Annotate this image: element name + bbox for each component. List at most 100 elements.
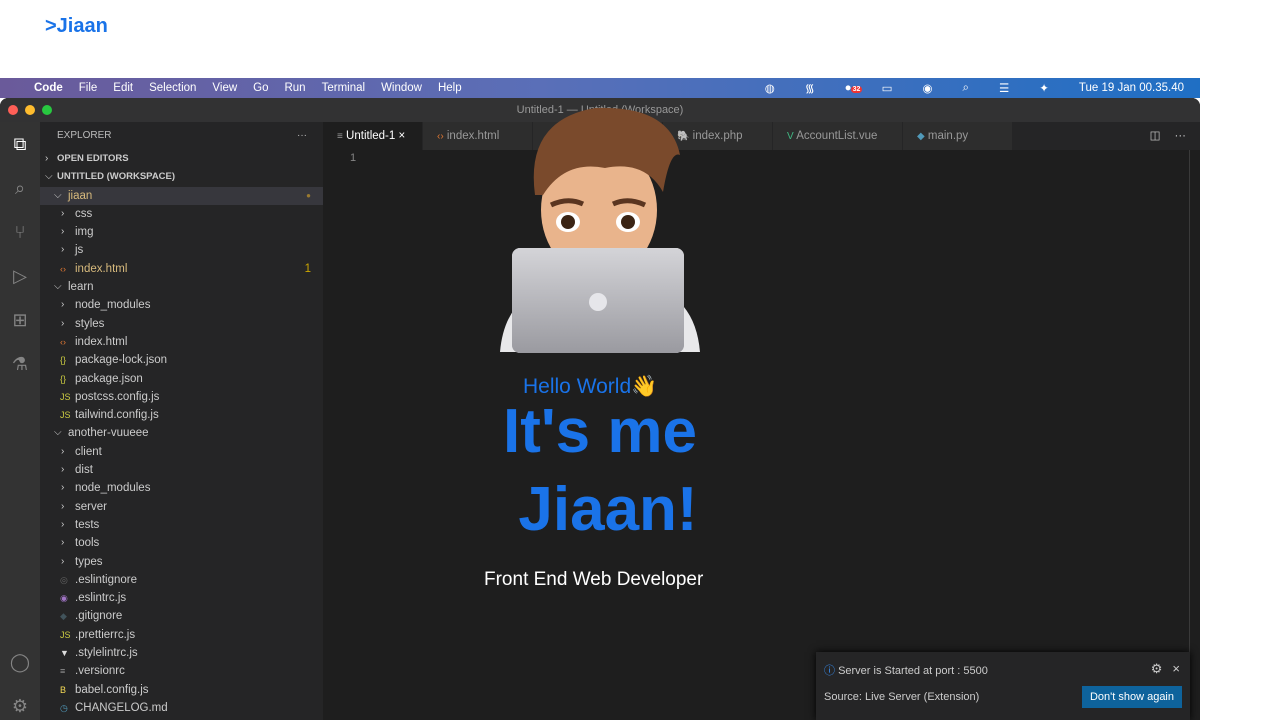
folder-item[interactable]: › client bbox=[40, 443, 323, 461]
control-center-icon[interactable]: ☰ bbox=[999, 81, 1009, 95]
page-margin bbox=[1200, 0, 1280, 720]
folder-item[interactable]: › css bbox=[40, 205, 323, 223]
folder-item[interactable]: ⌵ another-vuueee bbox=[40, 424, 323, 442]
more-actions-icon[interactable]: ··· bbox=[297, 122, 307, 150]
menu-selection[interactable]: Selection bbox=[149, 82, 196, 94]
scrollbar[interactable] bbox=[1189, 150, 1190, 720]
editor-area[interactable]: 1 bbox=[323, 150, 1200, 720]
folder-item[interactable]: › node_modules bbox=[40, 296, 323, 314]
modified-dot: ● bbox=[306, 190, 311, 200]
folder-item[interactable]: › js bbox=[40, 241, 323, 259]
item-label: dist bbox=[75, 464, 93, 477]
close-window-button[interactable] bbox=[8, 105, 18, 115]
menu-go[interactable]: Go bbox=[253, 82, 268, 94]
item-label: node_modules bbox=[75, 299, 151, 312]
folder-item[interactable]: ⌵ jiaan ● bbox=[40, 186, 323, 205]
chevron-right-icon: › bbox=[61, 482, 65, 494]
close-tab-icon[interactable]: × bbox=[398, 130, 405, 142]
item-label: styles bbox=[75, 317, 105, 330]
folder-item[interactable]: › dist bbox=[40, 461, 323, 479]
folder-item[interactable]: › node_modules bbox=[40, 479, 323, 497]
search-icon[interactable]: ⌕ bbox=[963, 82, 969, 95]
file-item[interactable]: ◷ CHANGELOG.md bbox=[40, 699, 323, 717]
explorer-icon[interactable]: ⧉ bbox=[0, 122, 40, 166]
file-item[interactable]: ‹› index.html 1 bbox=[40, 260, 323, 278]
file-item[interactable]: ▼ .stylelintrc.js bbox=[40, 644, 323, 662]
notification-icon[interactable]: ● 32 bbox=[845, 82, 863, 94]
extensions-icon[interactable]: ⊞ bbox=[0, 298, 40, 342]
folder-item[interactable]: › styles bbox=[40, 315, 323, 333]
tab-main-js[interactable]: JS main.js bbox=[533, 122, 663, 150]
source-control-icon[interactable]: ⑂ bbox=[0, 210, 40, 254]
more-actions-icon[interactable]: ··· bbox=[1175, 122, 1187, 150]
clock[interactable]: Tue 19 Jan 00.35.40 bbox=[1079, 82, 1184, 94]
section-header[interactable]: › OPEN EDITORS bbox=[40, 150, 323, 168]
notification-toast: ⓘ Server is Started at port : 5500 ⚙ × So… bbox=[816, 652, 1190, 720]
file-item[interactable]: ◆ .gitignore bbox=[40, 607, 323, 625]
section-header[interactable]: ⌵ UNTITLED (WORKSPACE) bbox=[40, 168, 323, 186]
folder-item[interactable]: › tests bbox=[40, 516, 323, 534]
folder-item[interactable]: › server bbox=[40, 498, 323, 516]
tab-index-html[interactable]: ‹› index.html bbox=[423, 122, 533, 150]
chevron-right-icon: › bbox=[61, 317, 65, 329]
menu-edit[interactable]: Edit bbox=[113, 82, 133, 94]
user-icon[interactable]: ◉ bbox=[922, 81, 932, 95]
file-item[interactable]: JS tailwind.config.js bbox=[40, 406, 323, 424]
item-label: postcss.config.js bbox=[75, 390, 160, 403]
menu-help[interactable]: Help bbox=[438, 82, 462, 94]
run-debug-icon[interactable]: ▷ bbox=[0, 254, 40, 298]
item-label: tailwind.config.js bbox=[75, 409, 159, 422]
dont-show-again-button[interactable]: Don't show again bbox=[1081, 686, 1182, 708]
item-label: jiaan bbox=[68, 189, 93, 202]
file-item[interactable]: ‹› index.html bbox=[40, 333, 323, 351]
notification-settings-icon[interactable]: ⚙ bbox=[1151, 661, 1163, 677]
item-label: types bbox=[75, 555, 103, 568]
brand-logo[interactable]: >Jiaan bbox=[45, 15, 108, 38]
account-icon[interactable]: ◯ bbox=[0, 640, 40, 684]
file-item[interactable]: JS postcss.config.js bbox=[40, 388, 323, 406]
wifi-icon[interactable]: ᯾ bbox=[805, 81, 815, 96]
file-item[interactable]: {} package-lock.json bbox=[40, 351, 323, 369]
folder-item[interactable]: › img bbox=[40, 223, 323, 241]
menu-view[interactable]: View bbox=[212, 82, 237, 94]
folder-item[interactable]: ⌵ learn bbox=[40, 278, 323, 296]
item-label: .stylelintrc.js bbox=[75, 647, 138, 660]
file-item[interactable]: Bbabel.config.js bbox=[40, 681, 323, 699]
menu-window[interactable]: Window bbox=[381, 82, 422, 94]
tab-accountlist-vue[interactable]: V AccountList.vue bbox=[773, 122, 903, 150]
git-file-icon: ◆ bbox=[60, 611, 67, 622]
lines-file-icon: ≡ bbox=[337, 131, 343, 142]
item-label: learn bbox=[68, 281, 94, 294]
lines-file-icon: ≡ bbox=[60, 666, 66, 677]
tab-main-py[interactable]: ◆ main.py bbox=[903, 122, 1013, 150]
settings-gear-icon[interactable]: ⚙ bbox=[0, 684, 40, 720]
menu-code[interactable]: Code bbox=[34, 82, 63, 94]
item-label: index.html bbox=[75, 262, 128, 275]
folder-item[interactable]: › types bbox=[40, 553, 323, 571]
tab-label: index.html bbox=[446, 130, 500, 142]
file-tree: › OPEN EDITORS ⌵ UNTITLED (WORKSPACE) ⌵ jiaan… bbox=[40, 150, 323, 717]
file-item[interactable]: {} package.json bbox=[40, 370, 323, 388]
item-label: img bbox=[75, 226, 94, 239]
file-item[interactable]: ≡ .versionrc bbox=[40, 662, 323, 680]
menu-file[interactable]: File bbox=[79, 82, 98, 94]
battery-icon[interactable]: ▭ bbox=[882, 81, 893, 95]
maximize-window-button[interactable] bbox=[42, 105, 52, 115]
json-file-icon: {} bbox=[60, 355, 67, 366]
html-file-icon: ‹› bbox=[437, 131, 444, 142]
tab-untitled-1[interactable]: ≡ Untitled-1 × bbox=[323, 122, 423, 150]
siri-icon[interactable]: ✦ bbox=[1039, 81, 1049, 95]
file-item[interactable]: JS .prettierrc.js bbox=[40, 626, 323, 644]
close-notification-icon[interactable]: × bbox=[1172, 661, 1180, 677]
folder-item[interactable]: › tools bbox=[40, 534, 323, 552]
menu-terminal[interactable]: Terminal bbox=[322, 82, 365, 94]
menu-run[interactable]: Run bbox=[284, 82, 305, 94]
split-editor-icon[interactable]: ◫ bbox=[1150, 122, 1161, 150]
file-item[interactable]: ◉ .eslintrc.js bbox=[40, 589, 323, 607]
tab-index-php[interactable]: 🐘 index.php bbox=[663, 122, 773, 150]
testing-icon[interactable]: ⚗ bbox=[0, 342, 40, 386]
search-icon[interactable]: ⌕ bbox=[0, 166, 40, 210]
minimize-window-button[interactable] bbox=[25, 105, 35, 115]
file-item[interactable]: ◎ .eslintignore bbox=[40, 571, 323, 589]
globe-icon[interactable]: ◍ bbox=[765, 81, 775, 95]
